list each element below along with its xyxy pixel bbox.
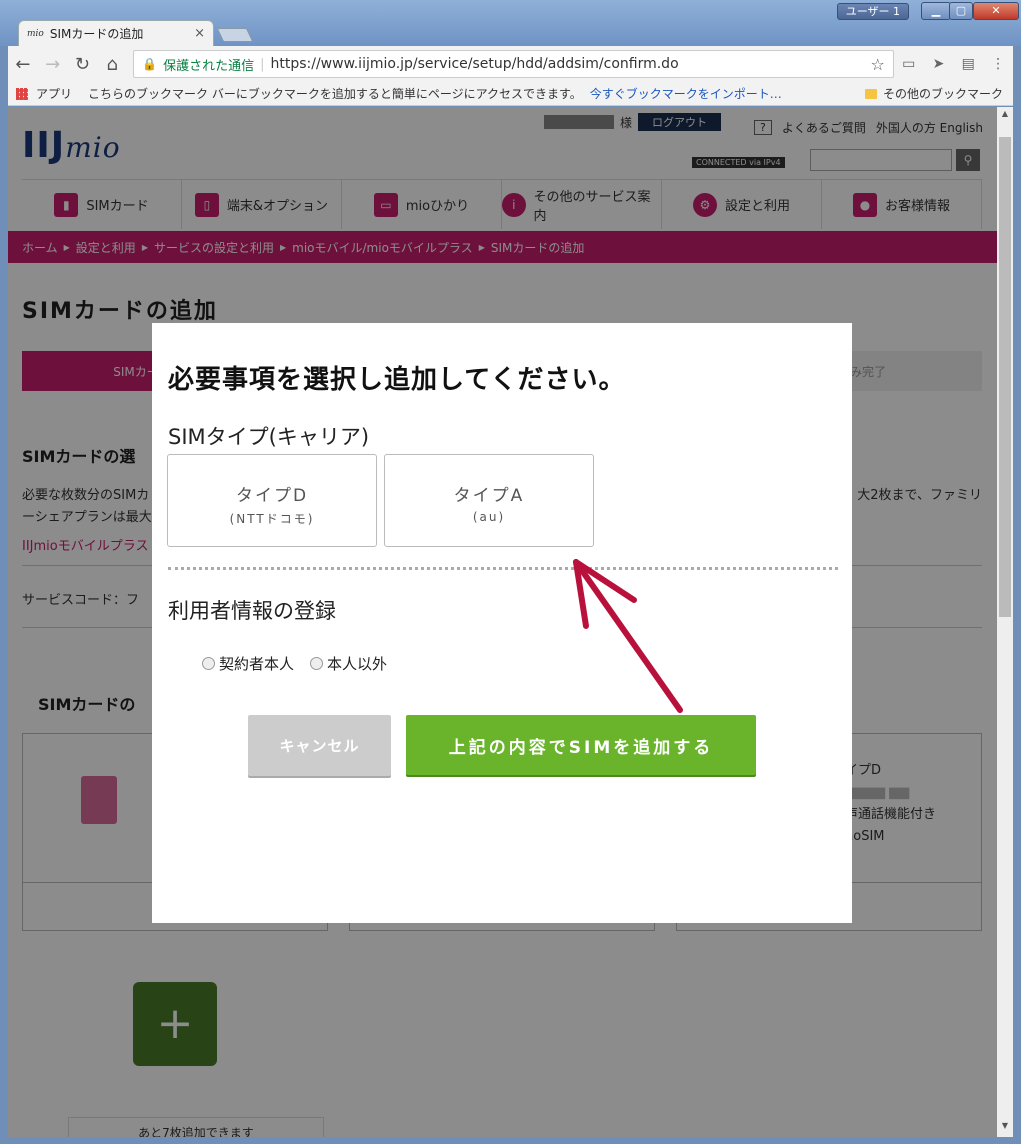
forward-icon[interactable]: → — [38, 54, 68, 75]
folder-icon — [864, 88, 877, 99]
close-window-button[interactable]: ✕ — [973, 2, 1019, 20]
omnibox-separator: | — [260, 56, 265, 72]
home-icon[interactable]: ⌂ — [97, 54, 127, 75]
user-radio-group: 契約者本人 本人以外 — [202, 653, 387, 674]
add-sim-modal: 必要事項を選択し追加してください。 SIMタイプ(キャリア) タイプD (NTT… — [152, 323, 852, 923]
address-bar[interactable]: 🔒 保護された通信 | https://www.iijmio.jp/servic… — [133, 50, 894, 78]
sim-type-name: タイプA — [453, 486, 525, 506]
reload-icon[interactable]: ↻ — [68, 54, 98, 75]
minimize-button[interactable]: ▁ — [921, 2, 951, 20]
secure-label: 保護された通信 — [163, 58, 255, 74]
sim-type-name: タイプD — [235, 486, 309, 506]
radio-contract-holder[interactable]: 契約者本人 — [202, 653, 294, 674]
import-bookmarks-link[interactable]: 今すぐブックマークをインポート… — [590, 85, 782, 102]
scroll-down-icon[interactable]: ▼ — [997, 1121, 1013, 1135]
tab-close-icon[interactable]: × — [194, 26, 205, 41]
sim-type-d-option[interactable]: タイプD (NTTドコモ) — [167, 454, 377, 547]
sim-type-carrier: (NTTドコモ) — [229, 512, 315, 526]
extension-screen-icon[interactable]: ▤ — [953, 56, 983, 72]
cast-icon[interactable]: ▭ — [894, 56, 924, 72]
back-icon[interactable]: ← — [8, 54, 38, 75]
apps-link[interactable]: アプリ — [36, 85, 72, 102]
radio-circle[interactable] — [202, 657, 215, 670]
menu-kebab-icon[interactable]: ⋮ — [983, 56, 1013, 72]
radio-label: 契約者本人 — [219, 655, 295, 673]
sim-type-heading: SIMタイプ(キャリア) — [168, 425, 370, 449]
window-titlebar: mio SIMカードの追加 × ユーザー 1 ▁ ▢ ✕ — [0, 0, 1021, 46]
radio-label: 本人以外 — [327, 655, 388, 673]
other-bookmarks[interactable]: その他のブックマーク — [864, 85, 1003, 102]
annotation-arrow-icon — [573, 559, 683, 713]
radio-other-person[interactable]: 本人以外 — [310, 653, 387, 674]
maximize-button[interactable]: ▢ — [949, 2, 973, 20]
mio-favicon-icon: mio — [27, 28, 44, 39]
other-bookmarks-label: その他のブックマーク — [882, 87, 1003, 101]
page-scrollbar[interactable]: ▲ ▼ — [997, 107, 1013, 1137]
profile-badge[interactable]: ユーザー 1 — [836, 3, 909, 20]
add-sim-submit-button[interactable]: 上記の内容でSIMを追加する — [406, 715, 756, 775]
scroll-up-icon[interactable]: ▲ — [997, 109, 1013, 123]
bookmarks-hint: こちらのブックマーク バーにブックマークを追加すると簡単にページにアクセスできま… — [88, 87, 582, 101]
scroll-thumb[interactable] — [999, 137, 1011, 617]
radio-circle[interactable] — [310, 657, 324, 670]
browser-tab[interactable]: mio SIMカードの追加 × — [18, 20, 214, 46]
dotted-divider — [168, 567, 838, 570]
browser-toolbar: ← → ↻ ⌂ 🔒 保護された通信 | https://www.iijmio.j… — [8, 46, 1013, 82]
cancel-button[interactable]: キャンセル — [248, 715, 391, 776]
url-text[interactable]: https://www.iijmio.jp/service/setup/hdd/… — [270, 56, 864, 72]
lock-icon: 🔒 — [142, 57, 158, 71]
bookmarks-bar: アプリ こちらのブックマーク バーにブックマークを追加すると簡単にページにアクセ… — [8, 82, 1013, 106]
bookmark-star-icon[interactable]: ☆ — [870, 55, 884, 74]
new-tab-button[interactable] — [216, 28, 254, 42]
modal-title: 必要事項を選択し追加してください。 — [168, 365, 626, 395]
apps-grid-icon[interactable] — [16, 87, 28, 100]
sim-type-carrier: (au) — [472, 510, 506, 524]
sim-type-a-option[interactable]: タイプA (au) — [384, 454, 594, 547]
extension-cursor-icon[interactable]: ➤ — [924, 56, 954, 72]
user-info-heading: 利用者情報の登録 — [168, 599, 336, 623]
tab-title: SIMカードの追加 — [49, 27, 144, 41]
